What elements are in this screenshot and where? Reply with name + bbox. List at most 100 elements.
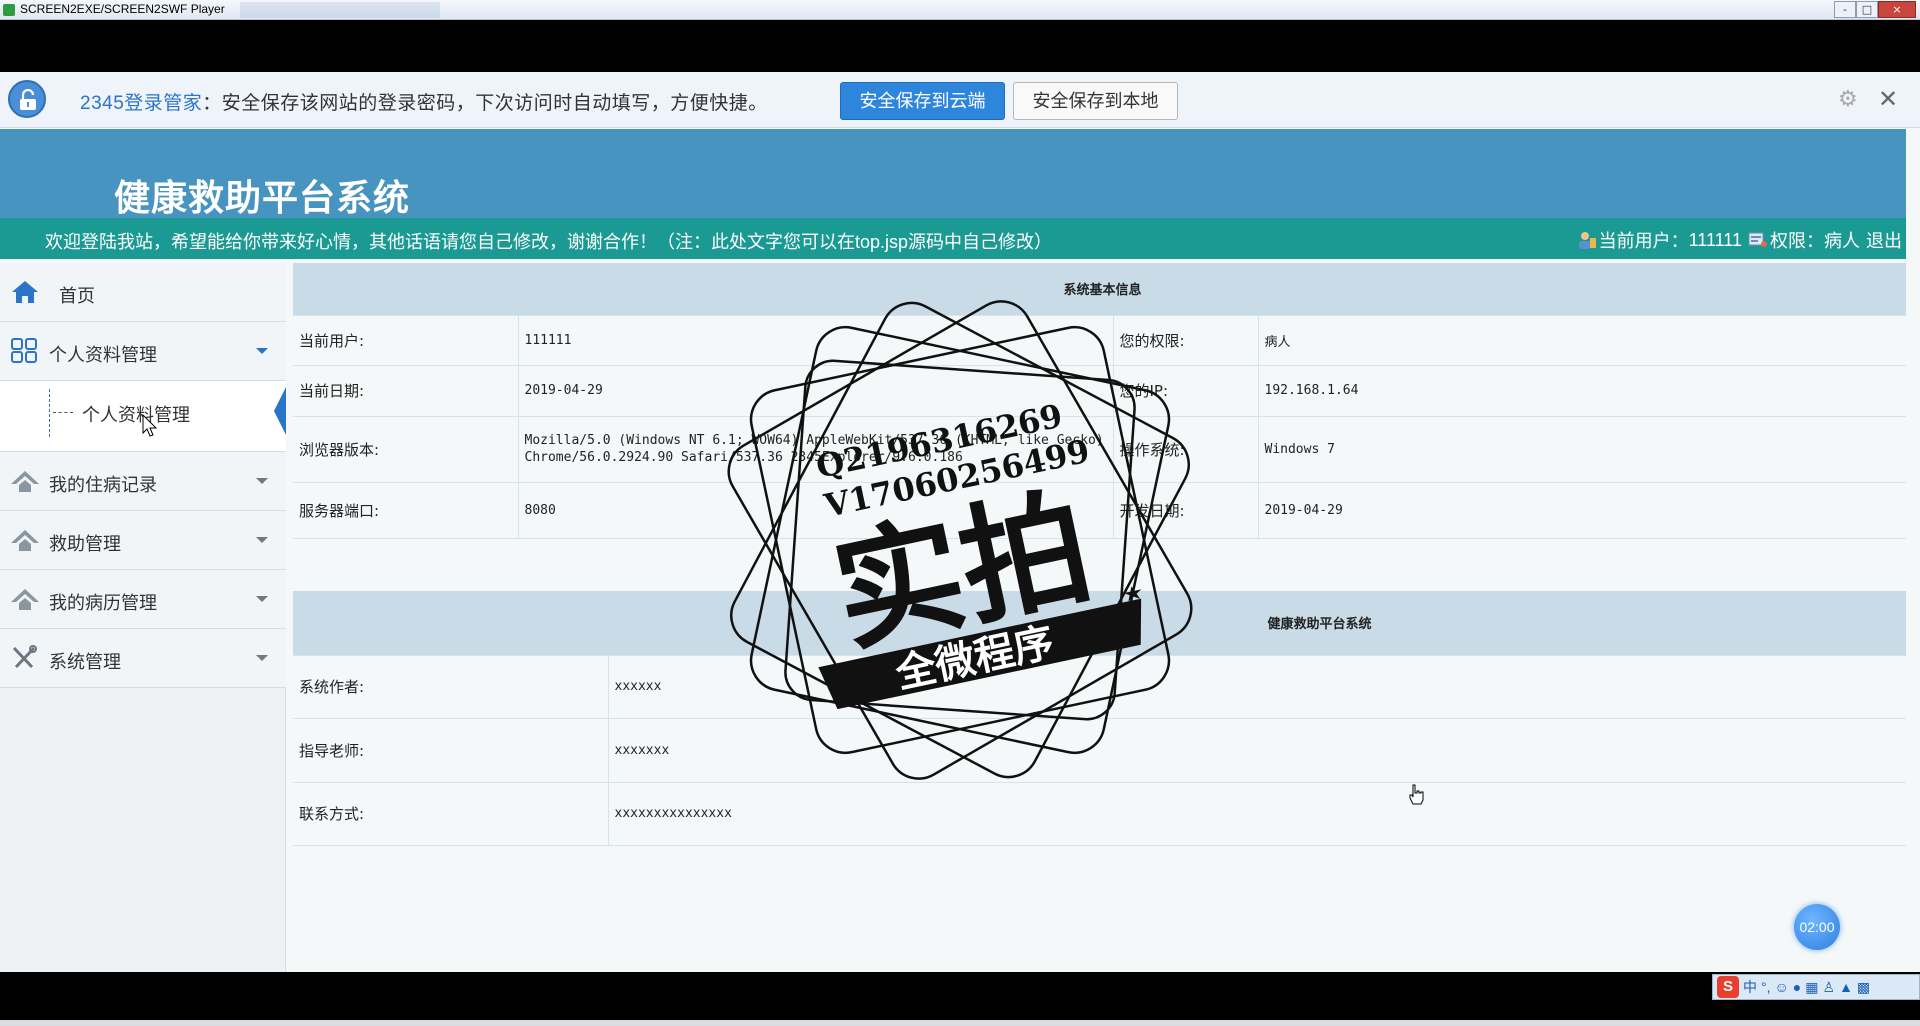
- submenu-item-label: 个人资料管理: [82, 405, 190, 425]
- save-to-local-button[interactable]: 安全保存到本地: [1013, 82, 1178, 120]
- logout-link[interactable]: 退出: [1866, 227, 1902, 253]
- info-value: xxxxxxx: [607, 718, 1906, 783]
- password-manager-brand: 2345登录管家: [80, 93, 203, 114]
- player-titlebar: SCREEN2EXE/SCREEN2SWF Player - □ ×: [0, 0, 1920, 20]
- welcome-bar: 欢迎登陆我站，希望能给你带来好心情，其他话语请您自己修改，谢谢合作！（注：此处文…: [0, 218, 1906, 259]
- sidebar-item-assistance[interactable]: 救助管理: [0, 511, 286, 570]
- sidebar-item-home[interactable]: 首页: [0, 263, 286, 322]
- bottom-strip: [0, 1020, 1920, 1026]
- info-label: 当前用户:: [293, 315, 518, 366]
- punctuation-icon[interactable]: °,: [1761, 979, 1771, 995]
- sidebar-item-label: 救助管理: [49, 534, 121, 554]
- user-tray-icon[interactable]: ♙: [1823, 979, 1836, 996]
- info-label: 联系方式:: [293, 782, 608, 846]
- site-header: 健康救助平台系统: [0, 129, 1906, 219]
- user-info: 当前用户： 111111 权限： 病人 退出: [1577, 227, 1902, 253]
- table-row: 浏览器版本: Mozilla/5.0 (Windows NT 6.1; WOW6…: [293, 416, 1906, 483]
- sidebar-item-hospital-records[interactable]: 我的住病记录: [0, 452, 286, 511]
- keyboard-icon[interactable]: ▦: [1805, 979, 1818, 996]
- info-value: xxxxxx: [607, 655, 1906, 719]
- arrow-cursor-icon: [142, 414, 158, 437]
- table-row: 当前日期: 2019-04-29 您的IP: 192.168.1.64: [293, 365, 1906, 417]
- hand-cursor-icon: [1409, 784, 1424, 805]
- info-value: Windows 7: [1257, 416, 1906, 483]
- info-value: Mozilla/5.0 (Windows NT 6.1; WOW64) Appl…: [517, 416, 1113, 483]
- toolbox-icon[interactable]: ▩: [1857, 979, 1870, 996]
- sidebar-item-label: 我的住病记录: [49, 475, 157, 495]
- sidebar-item-label: 个人资料管理: [49, 345, 157, 365]
- info-value: 病人: [1257, 315, 1906, 366]
- home-icon: [12, 281, 38, 303]
- info-label: 系统作者:: [293, 655, 608, 719]
- microphone-icon[interactable]: ●: [1793, 979, 1801, 995]
- close-icon[interactable]: ✕: [1878, 86, 1900, 112]
- house-icon: [11, 471, 39, 492]
- sidebar-item-label: 我的病历管理: [49, 593, 157, 613]
- info-label: 操作系统:: [1112, 416, 1258, 483]
- maximize-button[interactable]: □: [1856, 1, 1878, 18]
- info-value: 2019-04-29: [517, 365, 1113, 417]
- current-user-value: 111111: [1688, 229, 1742, 250]
- current-user-label: 当前用户：: [1598, 231, 1689, 251]
- info-label: 开发日期:: [1112, 482, 1258, 539]
- chevron-down-icon: [256, 478, 268, 484]
- sogou-ime-icon[interactable]: S: [1717, 976, 1739, 998]
- tools-icon: [12, 645, 37, 669]
- tree-dash: [53, 412, 73, 413]
- player-app-icon: [3, 4, 15, 16]
- info-label: 您的权限:: [1112, 315, 1258, 366]
- table-row: 当前用户: 111111 您的权限: 病人: [293, 315, 1906, 366]
- info-value: xxxxxxxxxxxxxxx: [607, 782, 1906, 846]
- info-value: 192.168.1.64: [1257, 365, 1906, 417]
- info-label: 您的IP:: [1112, 365, 1258, 417]
- window-controls: - □ ×: [1834, 1, 1916, 18]
- player-title: SCREEN2EXE/SCREEN2SWF Player: [20, 2, 225, 16]
- save-to-cloud-button[interactable]: 安全保存到云端: [840, 82, 1005, 120]
- password-bar-message: 2345登录管家：安全保存该网站的登录密码，下次访问时自动填写，方便快捷。: [80, 88, 768, 115]
- table-row: 服务器端口: 8080 开发日期: 2019-04-29: [293, 482, 1906, 539]
- platform-info-heading: 健康救助平台系统: [293, 591, 1906, 656]
- grid-icon: [11, 338, 37, 363]
- active-marker: [274, 387, 286, 435]
- chevron-down-icon: [256, 596, 268, 602]
- ime-mode-indicator[interactable]: 中: [1743, 977, 1757, 997]
- user-icon: [1578, 232, 1596, 249]
- info-label: 指导老师:: [293, 718, 608, 783]
- sidebar-item-label: 首页: [59, 286, 95, 306]
- info-label: 浏览器版本:: [293, 416, 518, 483]
- site-title: 健康救助平台系统: [114, 178, 411, 219]
- system-info-heading: 系统基本信息: [293, 263, 1906, 316]
- gear-icon[interactable]: ⚙: [1838, 89, 1860, 111]
- info-label: 当前日期:: [293, 365, 518, 417]
- sidebar: 首页 个人资料管理 个人资料管理 我的住病记录 救助管理 我的病历管理 系统管理: [0, 263, 286, 972]
- skin-icon[interactable]: ▲: [1839, 979, 1853, 995]
- info-value: 111111: [517, 315, 1113, 366]
- info-label: 服务器端口:: [293, 482, 518, 539]
- table-row: 指导老师: xxxxxxx: [293, 718, 1906, 783]
- minimize-button[interactable]: -: [1834, 1, 1856, 18]
- screen: SCREEN2EXE/SCREEN2SWF Player - □ × 2345登…: [0, 0, 1920, 1026]
- sidebar-item-system[interactable]: 系统管理: [0, 629, 286, 688]
- sidebar-item-label: 系统管理: [49, 652, 121, 672]
- welcome-text: 欢迎登陆我站，希望能给你带来好心情，其他话语请您自己修改，谢谢合作！（注：此处文…: [45, 232, 1053, 252]
- tree-line: [49, 389, 50, 437]
- sidebar-item-medical-records[interactable]: 我的病历管理: [0, 570, 286, 629]
- role-label: 权限：: [1770, 231, 1824, 251]
- emoji-icon[interactable]: ☺: [1775, 979, 1789, 995]
- role-value: 病人: [1824, 231, 1860, 251]
- ime-tray: S 中 °, ☺ ● ▦ ♙ ▲ ▩: [1712, 974, 1920, 1000]
- house-icon: [11, 530, 39, 551]
- lock-icon: [8, 80, 46, 118]
- chevron-down-icon: [256, 348, 268, 354]
- chevron-down-icon: [256, 655, 268, 661]
- browser-viewport: 2345登录管家：安全保存该网站的登录密码，下次访问时自动填写，方便快捷。 安全…: [0, 72, 1920, 972]
- platform-info-table: 健康救助平台系统 系统作者: xxxxxx 指导老师: xxxxxxx 联系方式…: [293, 591, 1906, 846]
- info-value: 2019-04-29: [1257, 482, 1906, 539]
- permission-icon: [1748, 232, 1767, 247]
- close-window-button[interactable]: ×: [1878, 1, 1916, 18]
- house-icon: [11, 589, 39, 610]
- password-bar-text: ：安全保存该网站的登录密码，下次访问时自动填写，方便快捷。: [202, 93, 768, 114]
- password-manager-bar: 2345登录管家：安全保存该网站的登录密码，下次访问时自动填写，方便快捷。 安全…: [0, 72, 1920, 128]
- sidebar-item-profile[interactable]: 个人资料管理: [0, 322, 286, 381]
- timer-bubble[interactable]: 02:00: [1794, 904, 1840, 950]
